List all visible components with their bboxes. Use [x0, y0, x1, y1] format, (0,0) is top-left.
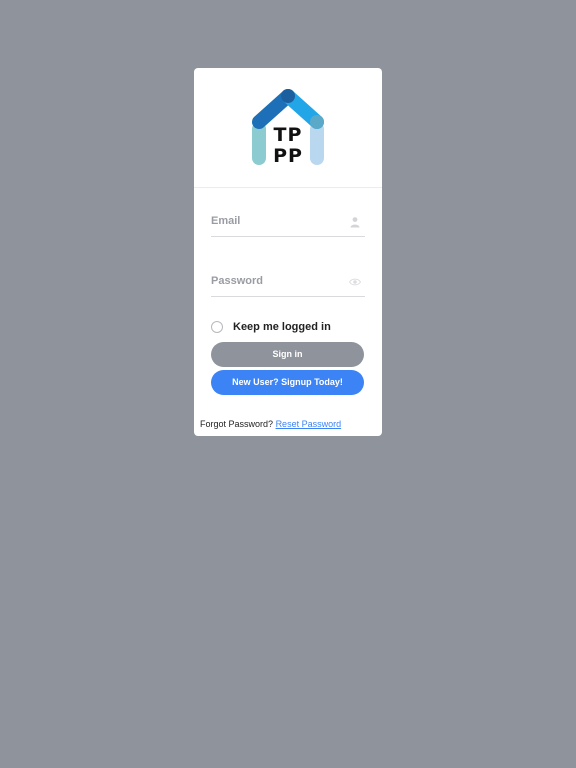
user-icon — [349, 215, 361, 228]
keep-logged-in-checkbox[interactable] — [211, 321, 223, 333]
password-field[interactable] — [211, 267, 365, 297]
tppp-logo: TP PP — [250, 88, 326, 168]
keep-logged-in-row[interactable]: Keep me logged in — [211, 321, 361, 335]
keep-logged-in-label: Keep me logged in — [233, 321, 331, 333]
logo-text-line1: TP — [273, 124, 303, 146]
login-card: TP PP Keep me logged in Sign in New User… — [194, 68, 382, 436]
email-input[interactable] — [211, 207, 341, 235]
sign-in-button[interactable]: Sign in — [211, 342, 364, 367]
email-field[interactable] — [211, 207, 365, 237]
eye-icon[interactable] — [348, 275, 362, 287]
logo-header: TP PP — [194, 68, 382, 188]
logo-text-line2: PP — [273, 145, 303, 167]
reset-password-link[interactable]: Reset Password — [276, 419, 342, 429]
forgot-password-text: Forgot Password? — [200, 419, 274, 429]
forgot-password-row: Forgot Password? Reset Password — [200, 419, 341, 430]
password-input[interactable] — [211, 267, 341, 295]
signup-button[interactable]: New User? Signup Today! — [211, 370, 364, 395]
